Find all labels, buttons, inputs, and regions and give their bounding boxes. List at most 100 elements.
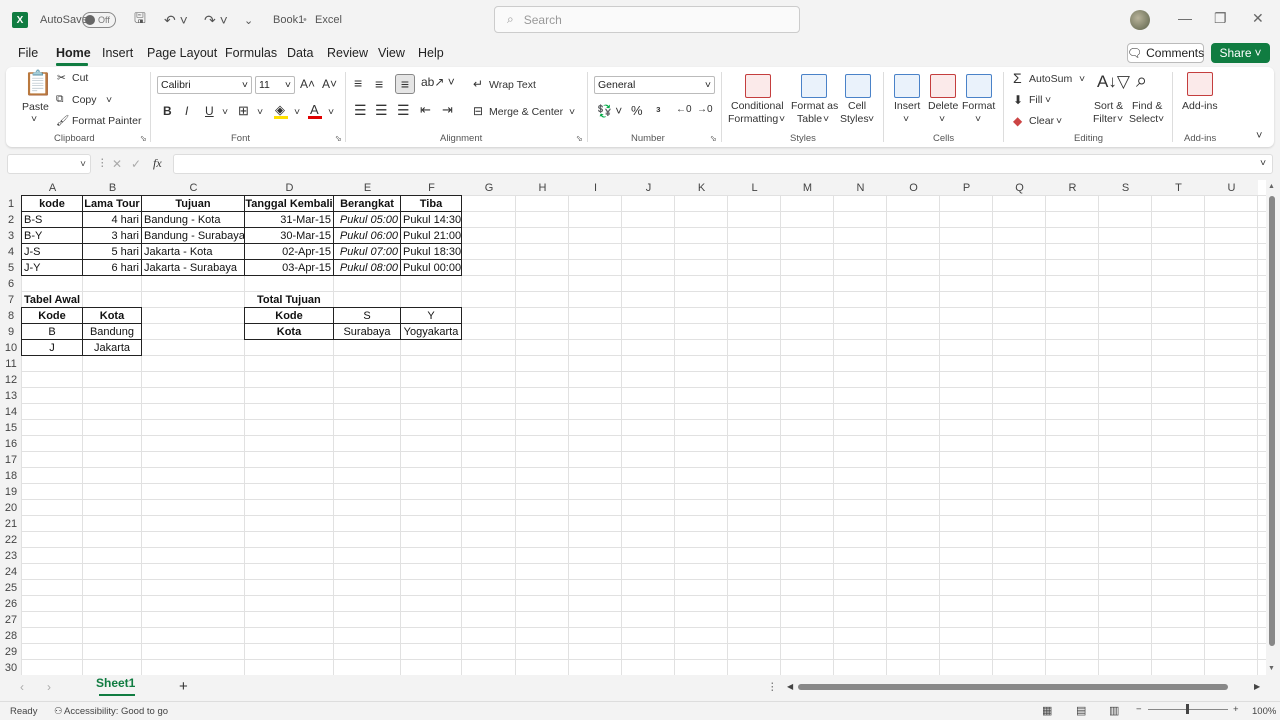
- table-title[interactable]: Tabel Awal: [22, 292, 82, 308]
- column-header[interactable]: I: [569, 180, 622, 196]
- expand-formula-bar-icon[interactable]: ˅: [1260, 157, 1266, 169]
- column-header[interactable]: J: [622, 180, 675, 196]
- chevron-down-icon[interactable]: ˅: [975, 113, 981, 125]
- row-header[interactable]: 2: [0, 212, 22, 228]
- row-header[interactable]: 15: [0, 420, 22, 436]
- next-sheet-icon[interactable]: ›: [47, 680, 51, 694]
- orientation-icon[interactable]: ab↗ ˅: [421, 75, 455, 89]
- restore-icon[interactable]: ❐: [1214, 10, 1227, 27]
- row-header[interactable]: 21: [0, 516, 22, 532]
- tab-home[interactable]: Home: [56, 46, 91, 60]
- collapse-ribbon-icon[interactable]: ˅: [1256, 130, 1262, 142]
- percent-icon[interactable]: %: [631, 103, 643, 118]
- column-header[interactable]: U: [1205, 180, 1258, 196]
- paste-button[interactable]: Paste: [22, 101, 49, 113]
- font-size-dropdown[interactable]: 11 ˅: [255, 76, 295, 94]
- sheet-tab[interactable]: Sheet1: [96, 676, 135, 690]
- table-cell[interactable]: Jakarta - Surabaya: [142, 260, 244, 276]
- font-name-dropdown[interactable]: Calibri ˅: [157, 76, 252, 94]
- table-header-cell[interactable]: Tujuan: [142, 196, 244, 212]
- row-header[interactable]: 24: [0, 564, 22, 580]
- increase-indent-icon[interactable]: ⇥: [442, 102, 453, 118]
- clear-button[interactable]: Clear: [1029, 115, 1054, 127]
- close-icon[interactable]: ✕: [1252, 10, 1264, 27]
- row-header[interactable]: 26: [0, 596, 22, 612]
- decrease-font-icon[interactable]: A˅: [322, 77, 337, 91]
- insert-cells-button[interactable]: Insert: [894, 100, 920, 112]
- tab-page-layout[interactable]: Page Layout: [147, 46, 217, 60]
- column-header[interactable]: D: [245, 180, 334, 196]
- table-cell[interactable]: B: [22, 324, 82, 340]
- merge-center-button[interactable]: Merge & Center: [489, 106, 563, 118]
- chevron-down-icon[interactable]: ˅: [1158, 113, 1164, 125]
- format-cells-icon[interactable]: [966, 74, 992, 98]
- row-header[interactable]: 4: [0, 244, 22, 260]
- chevron-down-icon[interactable]: ˅: [1117, 113, 1123, 125]
- column-header[interactable]: A: [22, 180, 83, 196]
- accessibility-icon[interactable]: ⚇: [54, 706, 63, 717]
- table-cell[interactable]: Pukul 00:00: [401, 260, 461, 276]
- table-cell[interactable]: Bandung - Surabaya: [142, 228, 244, 244]
- table-cell[interactable]: Kode: [245, 308, 333, 324]
- autosum-icon[interactable]: Σ: [1013, 70, 1022, 86]
- table-cell[interactable]: 6 hari: [83, 260, 141, 276]
- find-select-label2[interactable]: Select: [1129, 113, 1158, 125]
- merge-icon[interactable]: ⊟: [473, 104, 483, 118]
- row-header[interactable]: 30: [0, 660, 22, 676]
- table-cell[interactable]: Pukul 21:00: [401, 228, 461, 244]
- table-cell[interactable]: Pukul 18:30: [401, 244, 461, 260]
- tab-splitter-icon[interactable]: ⋮: [767, 681, 778, 693]
- row-header[interactable]: 20: [0, 500, 22, 516]
- cell-styles-label2[interactable]: Styles: [840, 113, 869, 125]
- redo-icon[interactable]: ↷ ˅: [204, 0, 228, 40]
- decrease-indent-icon[interactable]: ⇤: [420, 102, 431, 118]
- merge-chevron-icon[interactable]: ˅: [569, 106, 575, 118]
- tab-help[interactable]: Help: [418, 46, 444, 60]
- table-cell[interactable]: Bandung: [83, 324, 141, 340]
- row-header[interactable]: 23: [0, 548, 22, 564]
- chevron-down-icon[interactable]: ˅: [823, 113, 829, 125]
- underline-button[interactable]: U: [205, 104, 214, 118]
- fill-icon[interactable]: ⬇: [1013, 93, 1023, 107]
- formula-input[interactable]: [173, 154, 1273, 174]
- zoom-slider-thumb[interactable]: [1186, 704, 1189, 714]
- format-painter-button[interactable]: Format Painter: [72, 115, 141, 127]
- table-cell[interactable]: Pukul 07:00: [334, 244, 400, 260]
- borders-chevron-icon[interactable]: ˅: [257, 106, 263, 118]
- row-header[interactable]: 13: [0, 388, 22, 404]
- tab-review[interactable]: Review: [327, 46, 368, 60]
- row-header[interactable]: 5: [0, 260, 22, 276]
- font-color-icon[interactable]: A: [310, 102, 319, 117]
- add-ins-icon[interactable]: [1187, 72, 1213, 96]
- row-header[interactable]: 9: [0, 324, 22, 340]
- number-format-dropdown[interactable]: General ˅: [594, 76, 715, 94]
- table-title[interactable]: Total Tujuan: [245, 292, 333, 308]
- prev-sheet-icon[interactable]: ‹: [20, 680, 24, 694]
- wrap-text-icon[interactable]: ↵: [473, 77, 483, 91]
- normal-view-icon[interactable]: ▦: [1042, 704, 1052, 717]
- insert-cells-icon[interactable]: [894, 74, 920, 98]
- paste-chevron-icon[interactable]: ˅: [31, 113, 37, 125]
- increase-font-icon[interactable]: A˄: [300, 77, 315, 91]
- format-cells-button[interactable]: Format: [962, 100, 995, 112]
- scroll-right-icon[interactable]: ▶: [1254, 682, 1260, 691]
- align-middle-icon[interactable]: ≡: [375, 76, 383, 92]
- row-header[interactable]: 17: [0, 452, 22, 468]
- autosave-toggle[interactable]: Off: [82, 0, 116, 40]
- undo-icon[interactable]: ↶ ˅: [164, 0, 188, 40]
- table-cell[interactable]: Pukul 06:00: [334, 228, 400, 244]
- vertical-scroll-thumb[interactable]: [1269, 196, 1275, 646]
- avatar[interactable]: [1130, 10, 1150, 30]
- table-cell[interactable]: 02-Apr-15: [245, 244, 333, 260]
- row-header[interactable]: 12: [0, 372, 22, 388]
- format-as-table-label2[interactable]: Table: [797, 113, 822, 125]
- tab-file[interactable]: File: [18, 46, 38, 60]
- number-launcher-icon[interactable]: ⬂: [710, 134, 717, 143]
- table-header-cell[interactable]: Tiba: [401, 196, 461, 212]
- zoom-out-icon[interactable]: −: [1136, 704, 1142, 715]
- tab-formulas[interactable]: Formulas: [225, 46, 277, 60]
- scroll-left-icon[interactable]: ◀: [787, 682, 793, 691]
- accessibility-status[interactable]: Accessibility: Good to go: [64, 706, 168, 717]
- save-icon[interactable]: 🖫: [134, 0, 146, 40]
- table-cell[interactable]: 03-Apr-15: [245, 260, 333, 276]
